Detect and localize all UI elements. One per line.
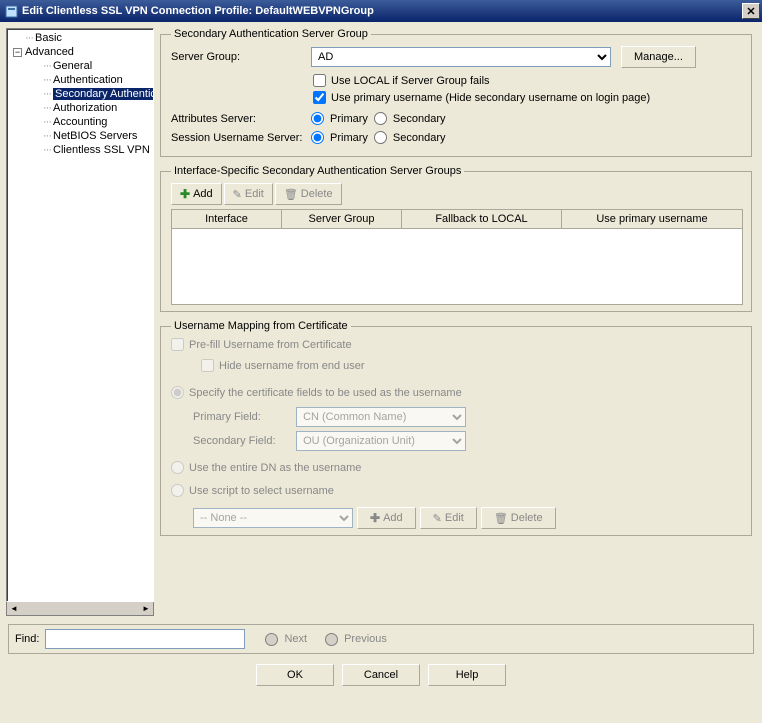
use-local-checkbox[interactable]: [313, 74, 326, 87]
sess-primary-radio[interactable]: [311, 131, 324, 144]
tree-hscroll[interactable]: ◄ ►: [6, 602, 154, 616]
ispec-edit-button[interactable]: ✎Edit: [224, 183, 273, 205]
previous-icon[interactable]: [325, 633, 338, 646]
trash-icon: 🗑: [284, 188, 298, 201]
col-interface[interactable]: Interface: [172, 210, 282, 228]
tree-accounting[interactable]: ···Accounting: [7, 115, 153, 129]
interface-specific-group: Interface-Specific Secondary Authenticat…: [160, 165, 752, 312]
use-script-radio: [171, 484, 184, 497]
use-script-label: Use script to select username: [189, 485, 334, 497]
plus-icon: ✚: [370, 511, 380, 525]
primary-field-label: Primary Field:: [193, 411, 293, 423]
col-use-primary[interactable]: Use primary username: [562, 210, 742, 228]
script-select: -- None --: [193, 508, 353, 528]
edit-icon: ✎: [433, 512, 442, 525]
tree-authorization[interactable]: ···Authorization: [7, 101, 153, 115]
col-server-group[interactable]: Server Group: [282, 210, 402, 228]
sasg-legend: Secondary Authentication Server Group: [171, 28, 371, 40]
tree-advanced[interactable]: −Advanced: [7, 45, 153, 59]
edit-icon: ✎: [233, 188, 242, 201]
dialog-footer: OK Cancel Help: [0, 660, 762, 694]
specify-label: Specify the certificate fields to be use…: [189, 387, 462, 399]
plus-icon: ✚: [180, 187, 190, 201]
tree-basic[interactable]: ···Basic: [7, 31, 153, 45]
secondary-field-label: Secondary Field:: [193, 435, 293, 447]
next-icon[interactable]: [265, 633, 278, 646]
prefill-checkbox: [171, 338, 184, 351]
hide-user-checkbox: [201, 359, 214, 372]
attr-secondary-radio[interactable]: [374, 112, 387, 125]
tree-authentication[interactable]: ···Authentication: [7, 73, 153, 87]
specify-radio: [171, 386, 184, 399]
use-local-label: Use LOCAL if Server Group fails: [331, 75, 490, 87]
ispec-delete-button[interactable]: 🗑Delete: [275, 183, 342, 205]
hide-user-label: Hide username from end user: [219, 360, 365, 372]
sess-user-label: Session Username Server:: [171, 132, 311, 144]
server-group-label: Server Group:: [171, 51, 311, 63]
secondary-field-select: OU (Organization Unit): [296, 431, 466, 451]
tree-general[interactable]: ···General: [7, 59, 153, 73]
app-icon: [4, 4, 18, 18]
col-fallback[interactable]: Fallback to LOCAL: [402, 210, 562, 228]
sess-secondary-radio[interactable]: [374, 131, 387, 144]
help-button[interactable]: Help: [428, 664, 506, 686]
username-mapping-group: Username Mapping from Certificate Pre-fi…: [160, 320, 752, 536]
find-bar: Find: Next Previous: [8, 624, 754, 654]
manage-button[interactable]: Manage...: [621, 46, 696, 68]
primary-field-select: CN (Common Name): [296, 407, 466, 427]
ispec-table[interactable]: Interface Server Group Fallback to LOCAL…: [171, 209, 743, 305]
use-dn-radio: [171, 461, 184, 474]
find-label: Find:: [15, 633, 39, 645]
scroll-left-icon[interactable]: ◄: [7, 603, 21, 615]
script-add-button: ✚Add: [357, 507, 416, 529]
cancel-button[interactable]: Cancel: [342, 664, 420, 686]
secondary-auth-group: Secondary Authentication Server Group Se…: [160, 28, 752, 157]
ispec-add-button[interactable]: ✚Add: [171, 183, 222, 205]
previous-label: Previous: [344, 633, 387, 645]
next-label: Next: [284, 633, 307, 645]
attr-server-label: Attributes Server:: [171, 113, 311, 125]
script-delete-button: 🗑Delete: [481, 507, 556, 529]
close-button[interactable]: ✕: [742, 3, 760, 19]
nav-tree: ···Basic −Advanced ···General ···Authent…: [6, 28, 154, 602]
tree-clientless-ssl[interactable]: ···Clientless SSL VPN: [7, 143, 153, 157]
ispec-legend: Interface-Specific Secondary Authenticat…: [171, 165, 464, 177]
ok-button[interactable]: OK: [256, 664, 334, 686]
attr-primary-radio[interactable]: [311, 112, 324, 125]
trash-icon: 🗑: [494, 512, 508, 525]
ispec-table-head: Interface Server Group Fallback to LOCAL…: [172, 210, 742, 229]
prefill-label: Pre-fill Username from Certificate: [189, 339, 352, 351]
scroll-right-icon[interactable]: ►: [139, 603, 153, 615]
tree-secondary-auth[interactable]: ···Secondary Authenticat: [7, 87, 153, 101]
umap-legend: Username Mapping from Certificate: [171, 320, 351, 332]
use-primary-user-label: Use primary username (Hide secondary use…: [331, 92, 650, 104]
title-bar: Edit Clientless SSL VPN Connection Profi…: [0, 0, 762, 22]
minus-icon[interactable]: −: [13, 48, 22, 57]
find-input[interactable]: [45, 629, 245, 649]
use-primary-user-checkbox[interactable]: [313, 91, 326, 104]
tree-netbios[interactable]: ···NetBIOS Servers: [7, 129, 153, 143]
server-group-select[interactable]: AD: [311, 47, 611, 67]
window-title: Edit Clientless SSL VPN Connection Profi…: [22, 5, 742, 17]
use-dn-label: Use the entire DN as the username: [189, 462, 361, 474]
script-edit-button: ✎Edit: [420, 507, 477, 529]
